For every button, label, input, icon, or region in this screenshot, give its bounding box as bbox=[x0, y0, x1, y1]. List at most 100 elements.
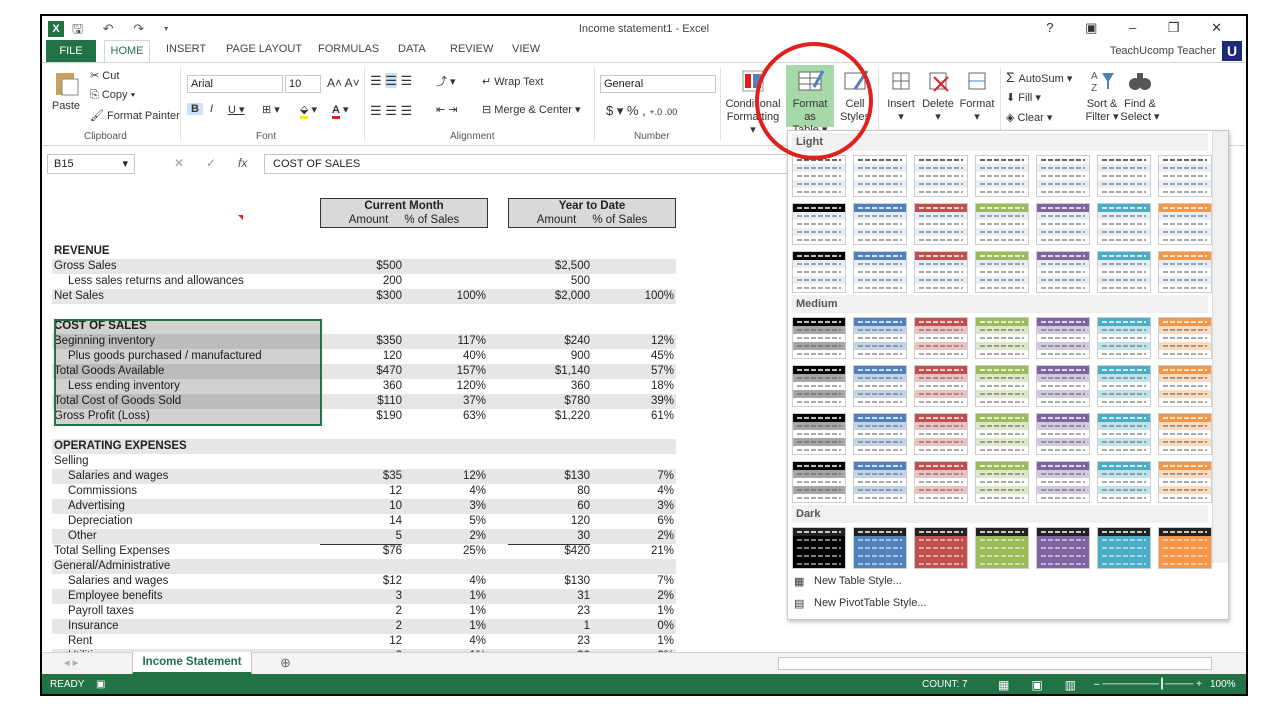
table-style-thumbnail[interactable] bbox=[1097, 203, 1151, 245]
table-row[interactable]: Insurance 2 1% 1 0% bbox=[52, 619, 676, 634]
tab-review[interactable]: REVIEW bbox=[450, 43, 493, 55]
table-style-thumbnail[interactable] bbox=[792, 413, 846, 455]
table-style-thumbnail[interactable] bbox=[975, 527, 1029, 569]
cell-ytdp[interactable]: 21% bbox=[590, 544, 674, 559]
cell-cmp[interactable]: 117% bbox=[402, 334, 486, 349]
cell-ytd[interactable]: 23 bbox=[508, 604, 590, 619]
table-style-thumbnail[interactable] bbox=[792, 365, 846, 407]
insert-cells-button[interactable]: Insert ▾ bbox=[884, 67, 918, 124]
borders-button[interactable]: ⊞ ▾ bbox=[262, 103, 280, 116]
tab-formulas[interactable]: FORMULAS bbox=[318, 43, 379, 55]
gallery-scrollbar[interactable] bbox=[1212, 131, 1228, 563]
table-style-thumbnail[interactable] bbox=[1158, 155, 1212, 197]
cell-cmp[interactable]: 2% bbox=[402, 529, 486, 544]
underline-button[interactable]: U ▾ bbox=[228, 103, 245, 116]
table-style-thumbnail[interactable] bbox=[1036, 461, 1090, 503]
table-style-thumbnail[interactable] bbox=[792, 155, 846, 197]
cell-cm[interactable]: 200 bbox=[320, 274, 402, 290]
cell-cm[interactable]: 14 bbox=[320, 514, 402, 529]
cell-ytdp[interactable]: 61% bbox=[590, 409, 674, 424]
table-style-thumbnail[interactable] bbox=[914, 155, 968, 197]
cancel-icon[interactable]: ✕ bbox=[174, 156, 184, 170]
cell-ytdp[interactable]: 57% bbox=[590, 364, 674, 379]
cell-cmp[interactable]: 157% bbox=[402, 364, 486, 379]
cell-cm[interactable]: 120 bbox=[320, 349, 402, 365]
table-style-thumbnail[interactable] bbox=[1158, 251, 1212, 293]
table-style-thumbnail[interactable] bbox=[1097, 527, 1151, 569]
row-label[interactable]: Total Selling Expenses bbox=[54, 544, 314, 559]
table-style-thumbnail[interactable] bbox=[1158, 461, 1212, 503]
table-row[interactable]: Gross Sales $500 $2,500 bbox=[52, 259, 676, 274]
table-style-thumbnail[interactable] bbox=[792, 527, 846, 569]
table-style-thumbnail[interactable] bbox=[975, 365, 1029, 407]
cell-cm[interactable]: $190 bbox=[320, 409, 402, 424]
find-select-button[interactable]: Find & Select ▾ bbox=[1120, 67, 1160, 124]
cell-cmp[interactable]: 40% bbox=[402, 349, 486, 364]
table-style-thumbnail[interactable] bbox=[1036, 527, 1090, 569]
table-style-thumbnail[interactable] bbox=[975, 155, 1029, 197]
horizontal-scrollbar[interactable] bbox=[778, 657, 1212, 670]
cell-ytdp[interactable]: 3% bbox=[590, 499, 674, 514]
row-label[interactable]: Salaries and wages bbox=[68, 574, 328, 589]
table-style-thumbnail[interactable] bbox=[853, 527, 907, 569]
row-label[interactable]: Net Sales bbox=[54, 289, 314, 304]
cell-cmp[interactable]: 25% bbox=[402, 544, 486, 559]
table-row[interactable]: Employee benefits 3 1% 31 2% bbox=[52, 589, 676, 604]
cell-cmp[interactable]: 4% bbox=[402, 484, 486, 499]
avatar[interactable]: U bbox=[1222, 41, 1242, 61]
table-row[interactable]: Net Sales $300 100% $2,000 100% bbox=[52, 289, 676, 304]
table-style-thumbnail[interactable] bbox=[1097, 365, 1151, 407]
number-format-combo[interactable]: General bbox=[600, 75, 716, 93]
table-row[interactable]: Salaries and wages $35 12% $130 7% bbox=[52, 469, 676, 484]
format-cells-button[interactable]: Format ▾ bbox=[958, 67, 996, 124]
name-box[interactable]: B15 ▾ bbox=[47, 154, 135, 174]
cell-ytd[interactable]: 31 bbox=[508, 589, 590, 604]
grow-font-button[interactable]: A˄ A˅ bbox=[327, 76, 360, 90]
cell-ytd[interactable]: $1,140 bbox=[508, 364, 590, 379]
row-label[interactable]: General/Administrative bbox=[54, 559, 314, 574]
cell-cm[interactable]: $350 bbox=[320, 334, 402, 349]
table-style-thumbnail[interactable] bbox=[1158, 365, 1212, 407]
cell-ytdp[interactable]: 0% bbox=[590, 619, 674, 634]
bold-button[interactable]: B bbox=[187, 103, 203, 115]
table-style-thumbnail[interactable] bbox=[1097, 413, 1151, 455]
table-row[interactable]: General/Administrative bbox=[52, 559, 676, 574]
table-style-thumbnail[interactable] bbox=[1036, 155, 1090, 197]
table-row[interactable]: REVENUE bbox=[52, 244, 676, 259]
table-row[interactable]: Salaries and wages $12 4% $130 7% bbox=[52, 574, 676, 589]
tab-file[interactable]: FILE bbox=[46, 40, 96, 62]
paste-button[interactable]: Paste bbox=[48, 69, 84, 113]
delete-cells-button[interactable]: Delete ▾ bbox=[920, 67, 956, 124]
cell-ytdp[interactable]: 2% bbox=[590, 589, 674, 604]
cell-cm[interactable]: 2 bbox=[320, 604, 402, 619]
table-row[interactable]: Advertising 10 3% 60 3% bbox=[52, 499, 676, 514]
table-style-thumbnail[interactable] bbox=[975, 413, 1029, 455]
cell-ytdp[interactable]: 12% bbox=[590, 334, 674, 349]
cell-ytd[interactable]: $2,500 bbox=[508, 259, 590, 274]
cell-ytdp[interactable]: 2% bbox=[590, 529, 674, 544]
cell-ytd[interactable]: $2,000 bbox=[508, 289, 590, 304]
cell-cm[interactable]: $12 bbox=[320, 574, 402, 589]
row-label[interactable]: Gross Sales bbox=[54, 259, 314, 274]
insert-function-icon[interactable]: fx bbox=[238, 156, 247, 170]
table-style-thumbnail[interactable] bbox=[1036, 251, 1090, 293]
cell-ytdp[interactable]: 1% bbox=[590, 634, 674, 649]
new-pivot-style-item[interactable]: ▤ New PivotTable Style... bbox=[794, 597, 927, 610]
row-label[interactable]: Salaries and wages bbox=[68, 469, 328, 484]
formula-input[interactable]: COST OF SALES bbox=[264, 154, 824, 174]
cell-ytd[interactable]: 1 bbox=[508, 619, 590, 634]
table-style-thumbnail[interactable] bbox=[1158, 203, 1212, 245]
macro-record-icon[interactable]: ▣ bbox=[96, 674, 105, 694]
cell-cmp[interactable]: 12% bbox=[402, 469, 486, 484]
cell-cmp[interactable]: 3% bbox=[402, 499, 486, 514]
cell-ytd[interactable]: 120 bbox=[508, 514, 590, 529]
cell-cm[interactable]: 10 bbox=[320, 499, 402, 514]
table-style-thumbnail[interactable] bbox=[1097, 461, 1151, 503]
cell-cmp[interactable]: 37% bbox=[402, 394, 486, 409]
clear-button[interactable]: ◈ Clear ▾ bbox=[1006, 111, 1052, 124]
table-style-thumbnail[interactable] bbox=[914, 203, 968, 245]
cell-ytdp[interactable]: 4% bbox=[590, 484, 674, 499]
row-label[interactable]: Payroll taxes bbox=[68, 604, 328, 619]
row-label[interactable]: Selling bbox=[54, 454, 314, 469]
table-style-thumbnail[interactable] bbox=[914, 251, 968, 293]
